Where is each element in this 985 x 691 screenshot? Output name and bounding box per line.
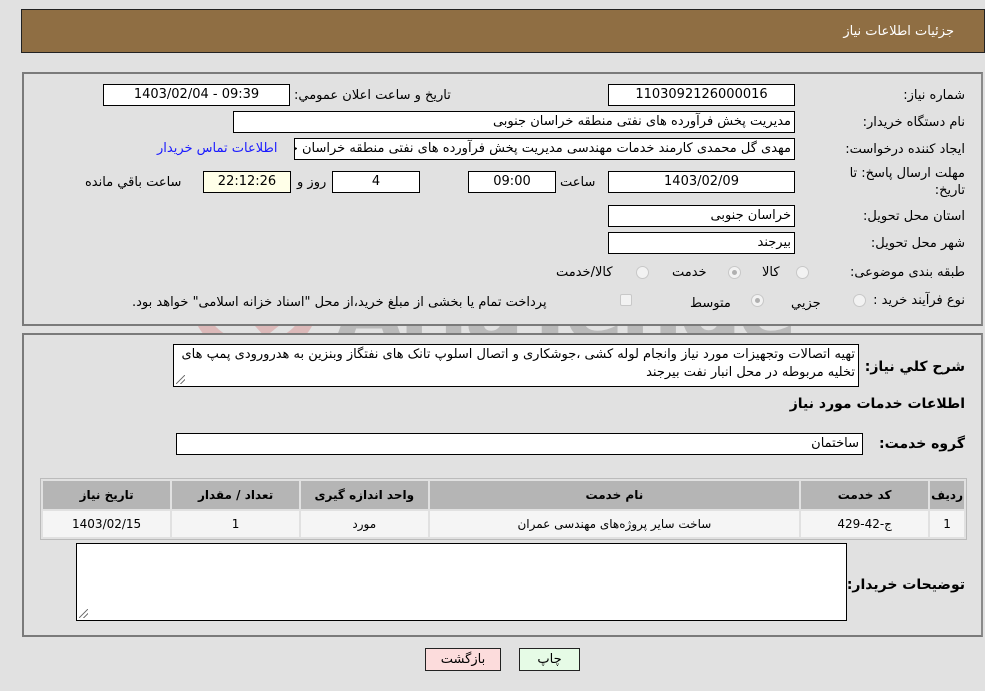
- category-option-service: خدمت: [672, 265, 707, 280]
- resize-grip-icon[interactable]: [176, 375, 185, 384]
- process-radio-minor[interactable]: [853, 294, 866, 307]
- buyer-contact-link[interactable]: اطلاعات تماس خریدار: [157, 141, 277, 156]
- announce-label: تاريخ و ساعت اعلان عمومي:: [294, 88, 451, 103]
- resize-grip-icon[interactable]: [79, 609, 88, 618]
- page-title: جزئیات اطلاعات نیاز: [843, 24, 954, 39]
- page-header: جزئیات اطلاعات نیاز: [21, 9, 985, 53]
- service-group-label: گروه خدمت:: [879, 436, 965, 452]
- creator-label: ایجاد کننده درخواست:: [845, 142, 965, 157]
- buyer-org-field: مدیریت پخش فرآورده های نفتی منطقه خراسان…: [233, 111, 795, 133]
- col-header-need-date: تاریخ نیاز: [43, 481, 171, 509]
- deadline-date-field: 1403/02/09: [608, 171, 795, 193]
- col-header-row-number: رديف: [930, 481, 964, 509]
- col-header-quantity: تعداد / مقدار: [172, 481, 299, 509]
- services-section-title: اطلاعات خدمات مورد نياز: [789, 396, 965, 412]
- creator-field: مهدی گل محمدی کارمند خدمات مهندسی مدیریت…: [294, 138, 795, 160]
- table-row: 1 ج-42-429 ساخت سایر پروژه‌های مهندسی عم…: [43, 511, 964, 537]
- cell-quantity: 1: [172, 511, 299, 537]
- category-option-goods: کالا: [762, 265, 780, 280]
- city-field: بیرجند: [608, 232, 795, 254]
- treasury-checkbox[interactable]: [620, 294, 632, 306]
- province-field: خراسان جنوبی: [608, 205, 795, 227]
- buyer-org-label: نام دستگاه خریدار:: [862, 115, 965, 130]
- back-button[interactable]: بازگشت: [425, 648, 501, 671]
- deadline-time-field: 09:00: [468, 171, 556, 193]
- treasury-note: پرداخت تمام یا بخشی از مبلغ خرید،از محل …: [132, 295, 547, 310]
- service-group-field: ساختمان: [176, 433, 863, 455]
- days-remaining-field: 4: [332, 171, 420, 193]
- buyer-notes-textarea[interactable]: [76, 543, 847, 621]
- category-label: طبقه بندی موضوعی:: [849, 265, 965, 280]
- col-header-unit: واحد اندازه گیری: [300, 481, 428, 509]
- buyer-notes-label: توضیحات خریدار:: [846, 577, 965, 593]
- need-number-label: شماره نیاز:: [903, 88, 965, 103]
- cell-row-number: 1: [930, 511, 964, 537]
- deadline-time-label: ساعت: [560, 175, 596, 190]
- cell-unit: مورد: [300, 511, 428, 537]
- cell-service-name: ساخت سایر پروژه‌های مهندسی عمران: [429, 511, 800, 537]
- description-textarea[interactable]: تهیه اتصالات وتجهیزات مورد نیاز وانجام ل…: [173, 344, 859, 387]
- description-text: تهیه اتصالات وتجهیزات مورد نیاز وانجام ل…: [181, 347, 855, 380]
- col-header-service-name: نام خدمت: [429, 481, 800, 509]
- cell-service-code: ج-42-429: [801, 511, 929, 537]
- need-number-field: 1103092126000016: [608, 84, 795, 106]
- remaining-time-field: 22:12:26: [203, 171, 291, 193]
- need-info-panel: شماره نیاز: 1103092126000016 تاريخ و ساع…: [22, 72, 983, 326]
- cell-need-date: 1403/02/15: [43, 511, 171, 537]
- need-details-panel: شرح کلي نياز: تهیه اتصالات وتجهیزات مورد…: [22, 333, 983, 637]
- category-radio-goods-service[interactable]: [636, 266, 649, 279]
- days-label: روز و: [297, 175, 327, 190]
- process-label: نوع فرآیند خرید :: [873, 293, 965, 308]
- table-header-row: رديف کد خدمت نام خدمت واحد اندازه گیری ت…: [43, 481, 964, 509]
- description-label: شرح کلي نياز:: [864, 359, 965, 375]
- services-table: رديف کد خدمت نام خدمت واحد اندازه گیری ت…: [40, 478, 967, 540]
- process-option-minor: جزيي: [791, 296, 821, 311]
- deadline-label: مهلت ارسال پاسخ: تا تاریخ:: [849, 166, 965, 198]
- province-label: استان محل تحویل:: [863, 209, 965, 224]
- category-radio-goods[interactable]: [796, 266, 809, 279]
- category-option-goods-service: کالا/خدمت: [556, 265, 613, 280]
- process-option-medium: متوسط: [690, 296, 731, 311]
- city-label: شهر محل تحویل:: [870, 236, 965, 251]
- category-radio-service[interactable]: [728, 266, 741, 279]
- col-header-service-code: کد خدمت: [801, 481, 929, 509]
- print-button[interactable]: چاپ: [519, 648, 580, 671]
- remaining-label: ساعت باقي مانده: [85, 175, 182, 190]
- announce-field: 1403/02/04 - 09:39: [103, 84, 290, 106]
- process-radio-medium[interactable]: [751, 294, 764, 307]
